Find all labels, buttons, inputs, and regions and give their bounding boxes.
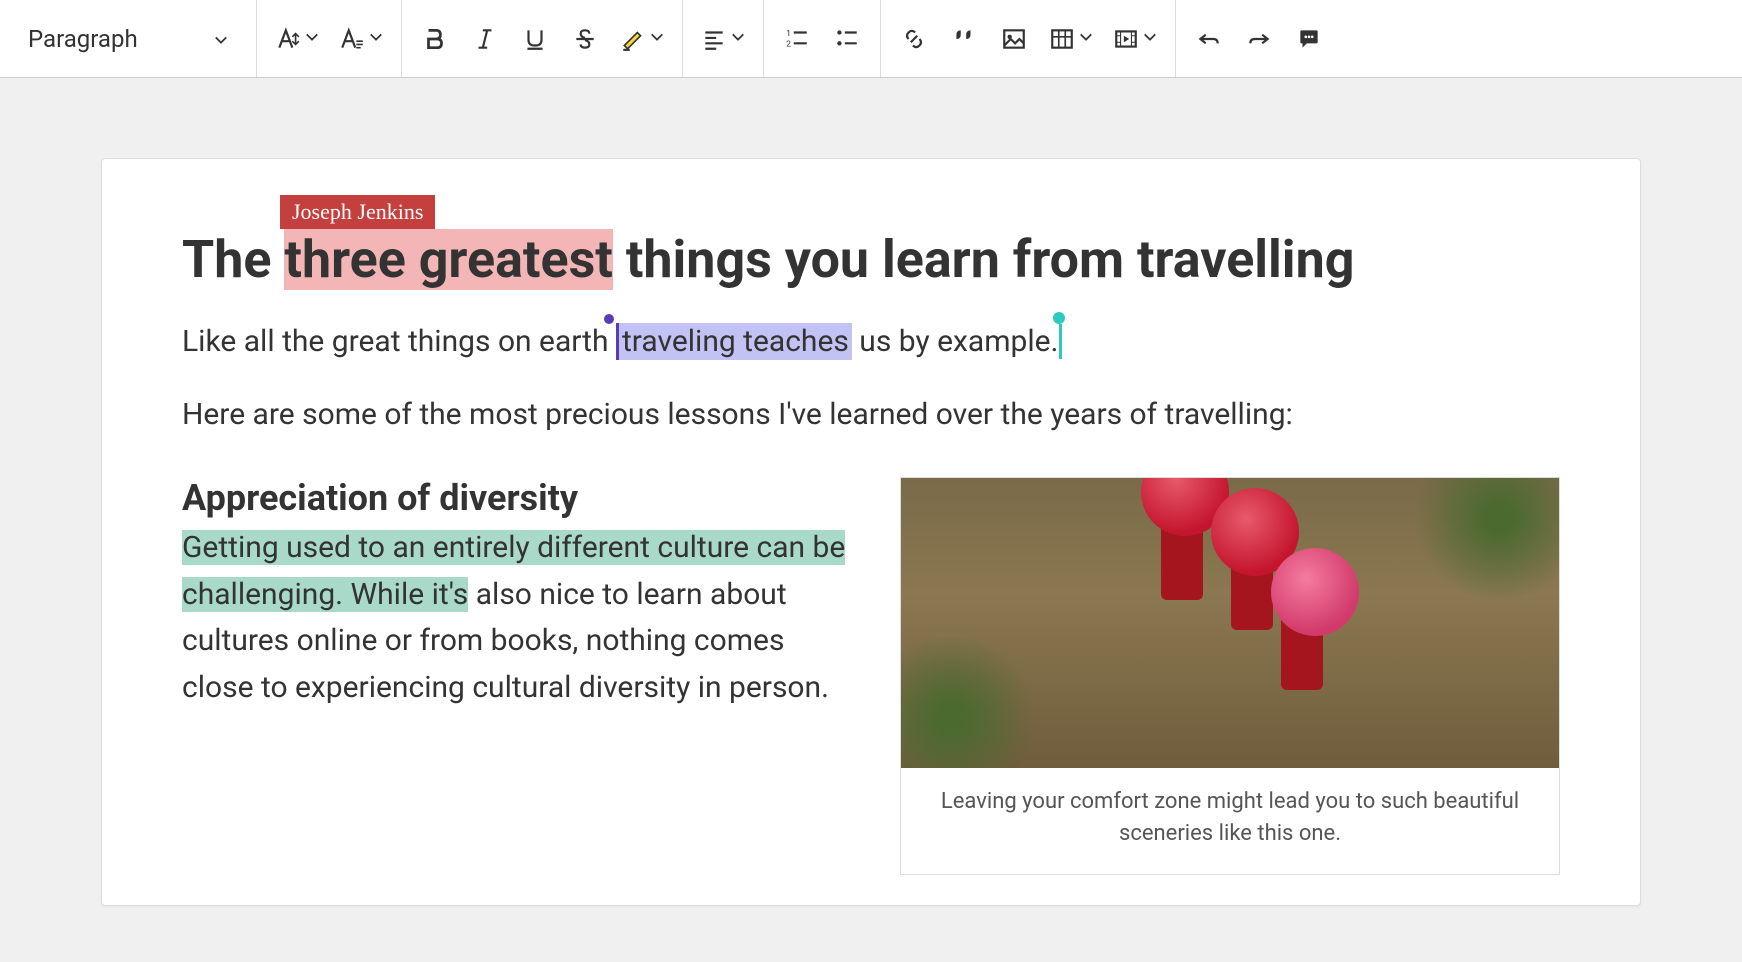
paragraph-style-label: Paragraph <box>28 25 138 53</box>
two-column-layout: Appreciation of diversity Getting used t… <box>182 477 1560 875</box>
strikethrough-button[interactable] <box>560 14 610 64</box>
document-page[interactable]: Joseph Jenkins The three greatest things… <box>101 158 1641 906</box>
undo-button[interactable] <box>1184 14 1234 64</box>
image-button[interactable] <box>989 14 1039 64</box>
font-family-button[interactable] <box>329 14 393 64</box>
editor-canvas: Joseph Jenkins The three greatest things… <box>0 78 1742 906</box>
table-button[interactable] <box>1039 14 1103 64</box>
text-format-group <box>402 0 683 77</box>
alignment-group <box>683 0 764 77</box>
chevron-down-icon <box>305 29 319 48</box>
paragraph-1[interactable]: Like all the great things on earth trave… <box>182 319 1560 364</box>
font-group <box>257 0 402 77</box>
chevron-down-icon <box>650 29 664 48</box>
paragraph-2[interactable]: Here are some of the most precious lesso… <box>182 392 1560 437</box>
numbered-list-button[interactable]: 12 <box>772 14 822 64</box>
bulleted-list-button[interactable] <box>822 14 872 64</box>
caret-cyan: us by example. <box>859 324 1062 359</box>
caret-cyan-icon <box>1053 312 1065 324</box>
body-paragraph[interactable]: Getting used to an entirely different cu… <box>182 525 850 711</box>
image-caption[interactable]: Leaving your comfort zone might lead you… <box>901 768 1559 874</box>
paragraph-style-group: Paragraph <box>0 0 257 77</box>
chevron-down-icon <box>1079 29 1093 48</box>
chevron-down-icon <box>731 29 745 48</box>
paragraph-style-dropdown[interactable]: Paragraph <box>8 25 248 53</box>
formatting-toolbar: Paragraph <box>0 0 1742 78</box>
heading-2[interactable]: Appreciation of diversity <box>182 477 850 519</box>
image-figure[interactable]: Leaving your comfort zone might lead you… <box>900 477 1560 875</box>
chevron-down-icon <box>1143 29 1157 48</box>
list-group: 12 <box>764 0 881 77</box>
blockquote-button[interactable] <box>939 14 989 64</box>
highlight-button[interactable] <box>610 14 674 64</box>
bold-button[interactable] <box>410 14 460 64</box>
history-group <box>1176 0 1342 77</box>
comment-button[interactable] <box>1284 14 1334 64</box>
svg-text:2: 2 <box>786 39 791 49</box>
selection-purple-wrap: traveling teaches <box>609 324 860 359</box>
media-button[interactable] <box>1103 14 1167 64</box>
image-placeholder <box>901 478 1559 768</box>
selection-red: three greatest <box>284 229 613 290</box>
chevron-down-icon <box>214 25 228 53</box>
italic-button[interactable] <box>460 14 510 64</box>
column-left: Appreciation of diversity Getting used t… <box>182 477 850 711</box>
align-button[interactable] <box>691 14 755 64</box>
collaborator-tag-red: Joseph Jenkins <box>280 195 435 229</box>
chevron-down-icon <box>369 29 383 48</box>
caret-purple-icon <box>604 314 614 324</box>
p1-text-mid: us by example. <box>859 324 1058 359</box>
h1-text-post: things you learn from travelling <box>613 229 1355 290</box>
h1-text-pre: The <box>182 229 284 290</box>
redo-button[interactable] <box>1234 14 1284 64</box>
link-button[interactable] <box>889 14 939 64</box>
selection-purple: traveling teaches <box>616 323 852 360</box>
font-size-button[interactable] <box>265 14 329 64</box>
underline-button[interactable] <box>510 14 560 64</box>
svg-text:1: 1 <box>786 28 791 38</box>
p1-text-pre: Like all the great things on earth <box>182 324 609 359</box>
heading-1[interactable]: Joseph Jenkins The three greatest things… <box>182 229 1560 291</box>
insert-group <box>881 0 1176 77</box>
